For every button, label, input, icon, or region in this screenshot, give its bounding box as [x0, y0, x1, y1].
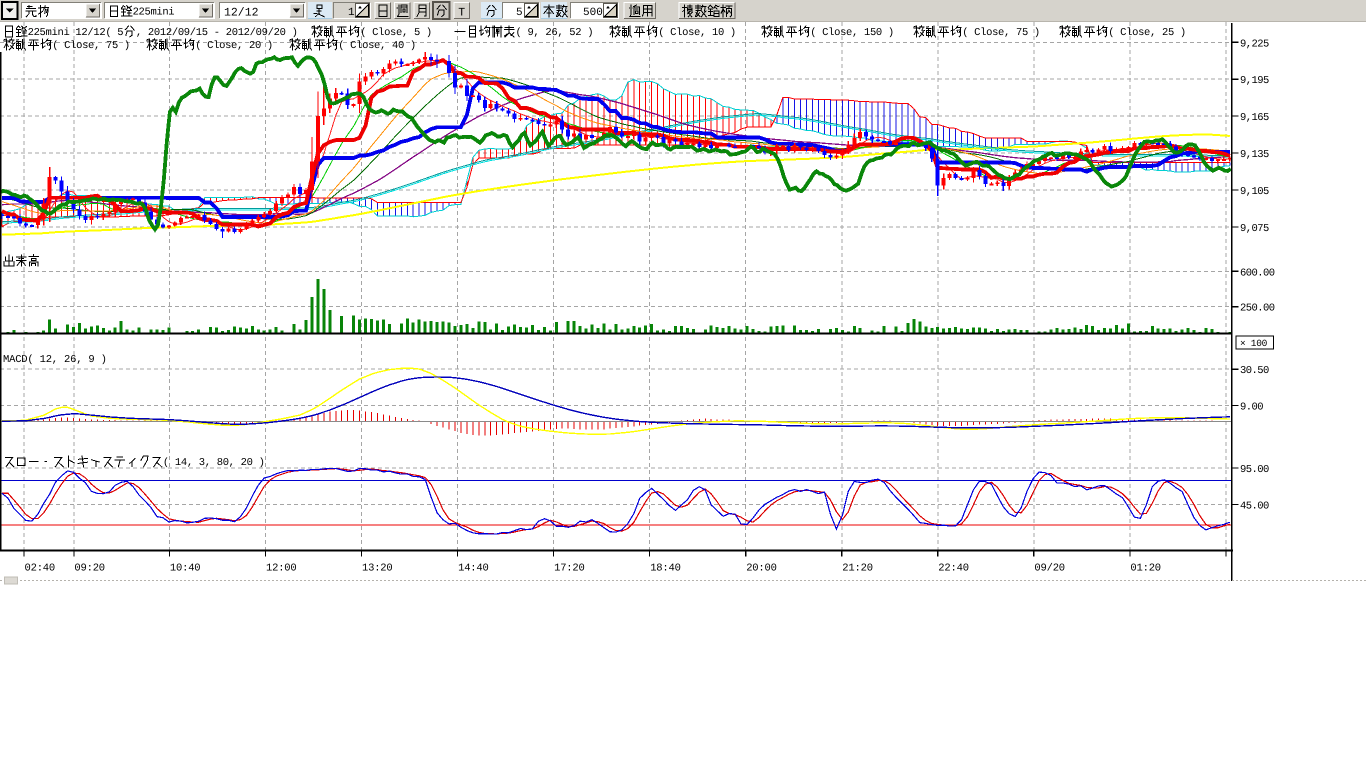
svg-text:9.00: 9.00 [1240, 401, 1263, 413]
svg-text:09/20: 09/20 [1034, 563, 1065, 575]
svg-text:9,135: 9,135 [1240, 149, 1269, 161]
svg-text:18:40: 18:40 [650, 563, 681, 575]
svg-text:( Close, 40 ): ( Close, 40 ) [338, 40, 416, 52]
svg-text:9,225: 9,225 [1240, 38, 1269, 50]
svg-text:10:40: 10:40 [170, 563, 201, 575]
svg-text:( Close, 150 ): ( Close, 150 ) [810, 27, 894, 39]
svg-text:30.50: 30.50 [1240, 365, 1269, 377]
svg-text:225mini 12/12( 5: 225mini 12/12( 5 [28, 27, 124, 39]
svg-text:9,195: 9,195 [1240, 75, 1269, 87]
svg-text:( Close, 25 ): ( Close, 25 ) [1108, 27, 1186, 39]
svg-text:× 100: × 100 [1240, 338, 1268, 349]
svg-text:1: 1 [348, 7, 355, 19]
svg-text:5: 5 [516, 7, 523, 19]
svg-text:14:40: 14:40 [458, 563, 489, 575]
svg-text:250.00: 250.00 [1240, 303, 1275, 315]
svg-text:17:20: 17:20 [554, 563, 585, 575]
svg-text:21:20: 21:20 [842, 563, 873, 575]
svg-text:01:20: 01:20 [1130, 563, 1161, 575]
svg-text:9,165: 9,165 [1240, 112, 1269, 124]
svg-text:225mini: 225mini [133, 7, 175, 19]
svg-text:45.00: 45.00 [1240, 501, 1269, 513]
svg-text:12/12: 12/12 [224, 7, 259, 20]
svg-text:95.00: 95.00 [1240, 464, 1269, 476]
svg-text:( Close, 75 ): ( Close, 75 ) [52, 40, 130, 52]
svg-text:9,105: 9,105 [1240, 186, 1269, 198]
svg-text:22:40: 22:40 [938, 563, 969, 575]
svg-text:600.00: 600.00 [1240, 267, 1275, 279]
svg-text:09:20: 09:20 [74, 563, 105, 575]
svg-text:( Close, 20 ): ( Close, 20 ) [195, 40, 273, 52]
svg-text:( 14, 3, 80, 20 ): ( 14, 3, 80, 20 ) [163, 457, 265, 469]
svg-text:( Close, 10 ): ( Close, 10 ) [658, 27, 736, 39]
svg-text:( Close, 5 ): ( Close, 5 ) [360, 27, 432, 39]
svg-text:, 2012/09/15 - 2012/09/20 ): , 2012/09/15 - 2012/09/20 ) [136, 27, 298, 39]
svg-text:( 9, 26, 52 ): ( 9, 26, 52 ) [516, 27, 594, 39]
svg-text:12:00: 12:00 [266, 563, 297, 575]
svg-text:13:20: 13:20 [362, 563, 393, 575]
svg-text:500: 500 [583, 7, 603, 19]
svg-text:9,075: 9,075 [1240, 223, 1269, 235]
svg-text:T: T [458, 6, 465, 19]
svg-text:( Close, 75 ): ( Close, 75 ) [962, 27, 1040, 39]
svg-text:MACD( 12, 26, 9 ): MACD( 12, 26, 9 ) [3, 354, 107, 366]
svg-text:02:40: 02:40 [25, 563, 56, 575]
svg-text:20:00: 20:00 [746, 563, 777, 575]
